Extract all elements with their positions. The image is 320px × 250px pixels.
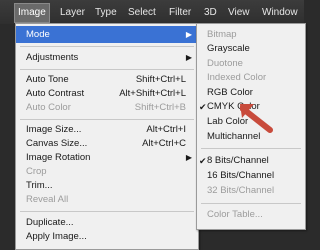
checkmark-icon: ✔ [199, 102, 207, 112]
menu-item-reveal-all: Reveal All [16, 193, 198, 207]
menu-divider [20, 69, 194, 70]
mode-item-16-bits[interactable]: 16 Bits/Channel [197, 169, 305, 183]
mode-item-color-table: Color Table... [197, 208, 305, 222]
menu-divider [201, 203, 301, 204]
menu-item-label: Mode [26, 29, 50, 40]
menu-item-label: Crop [26, 166, 47, 177]
menu-item-canvas-size[interactable]: Canvas Size... Alt+Ctrl+C [16, 137, 198, 151]
menu-item-label: Auto Tone [26, 74, 69, 85]
menu-item-label: Apply Image... [26, 231, 87, 242]
menu-item-label: Canvas Size... [26, 138, 88, 149]
menu-divider [20, 119, 194, 120]
menu-item-label: Trim... [26, 180, 53, 191]
menu-item-auto-tone[interactable]: Auto Tone Shift+Ctrl+L [16, 73, 198, 87]
menu-type[interactable]: Type [95, 7, 117, 18]
menu-item-image-size[interactable]: Image Size... Alt+Ctrl+I [16, 123, 198, 137]
menu-select[interactable]: Select [128, 7, 156, 18]
mode-item-indexed-color: Indexed Color [197, 71, 305, 85]
menu-item-crop: Crop [16, 165, 198, 179]
menu-3d[interactable]: 3D [204, 7, 217, 18]
menu-item-adjustments[interactable]: Adjustments ▶ [16, 51, 198, 65]
menu-item-label: Image Size... [26, 124, 82, 135]
menu-filter[interactable]: Filter [169, 7, 191, 18]
menu-item-duplicate[interactable]: Duplicate... [16, 216, 198, 230]
annotation-arrow-icon [240, 104, 273, 133]
menu-item-label: Duotone [207, 58, 243, 69]
menu-item-label: RGB Color [207, 87, 253, 98]
menu-item-shortcut: Alt+Ctrl+C [142, 138, 186, 149]
mode-item-bitmap: Bitmap [197, 28, 305, 42]
menu-item-label: Auto Color [26, 102, 71, 113]
menu-item-label: Reveal All [26, 194, 69, 205]
chevron-right-icon: ▶ [185, 153, 192, 162]
menu-item-label: 8 Bits/Channel [207, 155, 269, 166]
menu-item-label: Image Rotation [26, 152, 91, 163]
menu-item-label: 32 Bits/Channel [207, 185, 275, 196]
menu-item-label: Auto Contrast [26, 88, 85, 99]
menu-item-label: Grayscale [207, 43, 250, 54]
menu-divider [201, 148, 301, 149]
menu-bar: Image Layer Type Select Filter 3D View W… [0, 0, 304, 24]
menu-image[interactable]: Image [14, 3, 50, 23]
menu-item-shortcut: Alt+Ctrl+I [146, 124, 186, 135]
mode-item-duotone: Duotone [197, 57, 305, 71]
chevron-right-icon: ▶ [185, 53, 192, 62]
checkmark-icon: ✔ [199, 156, 207, 166]
mode-item-grayscale[interactable]: Grayscale [197, 42, 305, 56]
menu-item-apply-image[interactable]: Apply Image... [16, 230, 198, 244]
mode-item-8-bits[interactable]: ✔ 8 Bits/Channel [197, 154, 305, 168]
menu-item-label: Indexed Color [207, 72, 267, 83]
menu-item-shortcut: Alt+Shift+Ctrl+L [119, 88, 186, 99]
menu-divider [20, 46, 194, 47]
mode-item-rgb-color[interactable]: RGB Color [197, 86, 305, 100]
menu-item-trim[interactable]: Trim... [16, 179, 198, 193]
chevron-right-icon: ▶ [185, 30, 192, 39]
menu-item-label: Adjustments [26, 52, 79, 63]
menu-divider [20, 211, 194, 212]
menu-item-mode[interactable]: Mode ▶ [16, 26, 198, 43]
menu-item-auto-contrast[interactable]: Auto Contrast Alt+Shift+Ctrl+L [16, 87, 198, 101]
menu-window[interactable]: Window [262, 7, 298, 18]
menu-item-label: Color Table... [207, 209, 263, 220]
menu-item-shortcut: Shift+Ctrl+B [134, 102, 186, 113]
menu-layer[interactable]: Layer [60, 7, 85, 18]
menu-view[interactable]: View [228, 7, 250, 18]
mode-item-32-bits: 32 Bits/Channel [197, 184, 305, 198]
menu-item-image-rotation[interactable]: Image Rotation ▶ [16, 151, 198, 165]
menu-item-label: Bitmap [207, 29, 237, 40]
menu-item-shortcut: Shift+Ctrl+L [135, 74, 186, 85]
menu-item-label: 16 Bits/Channel [207, 170, 275, 181]
menu-item-label: Duplicate... [26, 217, 74, 228]
image-menu-dropdown: Mode ▶ Adjustments ▶ Auto Tone Shift+Ctr… [15, 23, 199, 250]
menu-item-auto-color: Auto Color Shift+Ctrl+B [16, 101, 198, 115]
